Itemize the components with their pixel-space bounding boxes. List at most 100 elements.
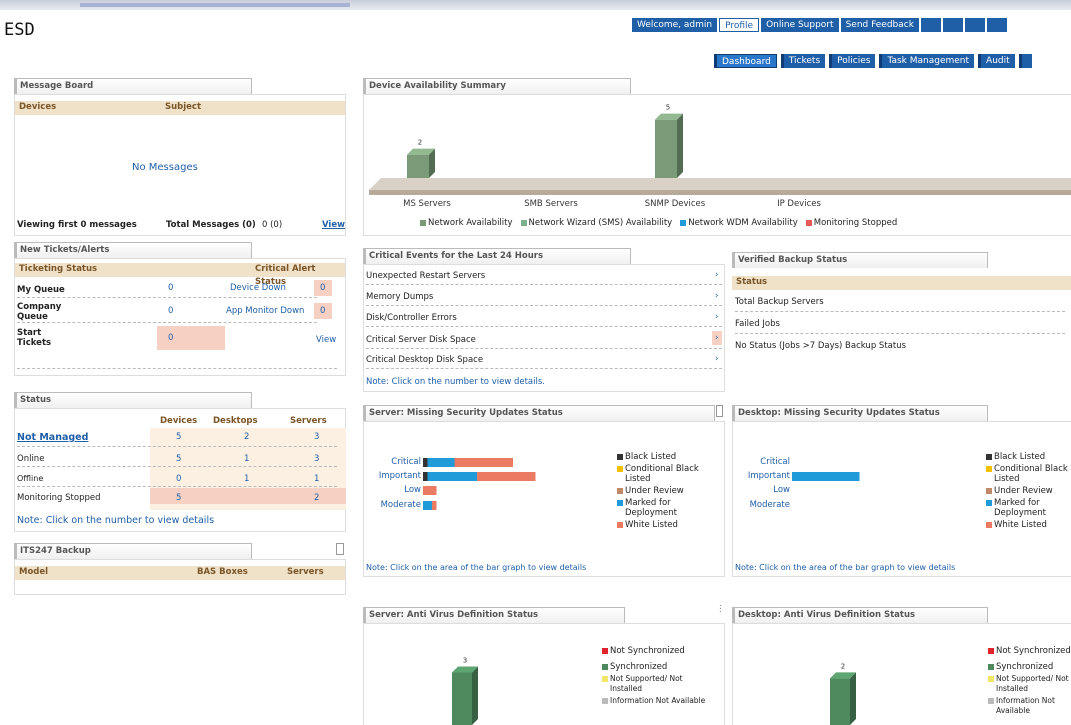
status-devices[interactable]: 5 — [176, 493, 181, 503]
tab-more[interactable] — [1018, 54, 1032, 68]
legend-item: Synchronized — [988, 662, 1071, 672]
event-arrow-icon[interactable]: › — [715, 291, 718, 301]
bar-value-label: 2 — [841, 662, 845, 670]
nav-button-7[interactable] — [964, 18, 985, 32]
y-tick-label: Critical — [760, 457, 790, 467]
nav-button-6[interactable] — [942, 18, 963, 32]
ticket-value[interactable]: 0 — [168, 283, 173, 293]
legend-item: Under Review — [617, 486, 717, 496]
legend-swatch — [680, 220, 687, 226]
tab-policies[interactable]: Policies — [829, 54, 876, 68]
desktop-security-title: Desktop: Missing Security Updates Status — [732, 405, 988, 421]
status-title: Status — [14, 392, 252, 408]
desktop-av-bars[interactable]: 2 — [830, 662, 856, 725]
legend-label: Conditional Black Listed — [994, 464, 1068, 484]
availability-bar — [407, 154, 429, 178]
av-bar — [452, 672, 472, 725]
event-arrow-icon[interactable]: › — [715, 312, 718, 322]
status-devices[interactable]: 0 — [176, 474, 181, 484]
row-divider — [17, 368, 337, 369]
availability-x-labels: MS Servers SMB Servers SNMP Devices IP Devi… — [403, 199, 821, 209]
legend-label: Monitoring Stopped — [813, 218, 898, 228]
nav-button-5[interactable] — [920, 18, 941, 32]
legend-swatch — [602, 698, 608, 704]
legend-label: Network Availability — [428, 218, 513, 228]
availability-bar-side — [677, 113, 683, 178]
status-desktops[interactable]: 2 — [244, 432, 249, 442]
col-ticket-status: Ticketing Status — [19, 264, 98, 274]
main-tabs: Dashboard Tickets Policies Task Manageme… — [714, 54, 1032, 68]
legend-item: Marked for Deployment — [986, 498, 1071, 518]
row-divider — [735, 333, 1065, 334]
tab-task-management[interactable]: Task Management — [879, 54, 975, 68]
security-bar-segment — [423, 458, 428, 467]
col-servers: Servers — [290, 416, 327, 426]
row-divider — [366, 348, 722, 349]
message-count: 0 (0) — [262, 220, 283, 230]
server-security-chart: Critical Important Low Moderate — [379, 457, 536, 510]
message-board-header: Devices Subject — [15, 101, 345, 115]
status-servers[interactable]: 2 — [314, 493, 319, 503]
legend-item: Under Review — [986, 486, 1071, 496]
event-arrow-icon[interactable]: › — [715, 333, 718, 343]
server-av-collapse-icon[interactable]: ⋮ — [716, 604, 725, 614]
legend-item: Network Availability — [420, 218, 513, 228]
row-divider — [735, 311, 1065, 312]
ticket-value[interactable]: 0 — [168, 306, 173, 316]
alert-label[interactable]: Device Down — [230, 283, 286, 293]
col-desktops: Desktops — [213, 416, 258, 426]
availability-chart: 25 MS Servers SMB Servers SNMP Devices IP D… — [369, 104, 1071, 209]
feedback-link[interactable]: Send Feedback — [840, 18, 919, 32]
status-label[interactable]: Not Managed — [17, 432, 88, 443]
tab-dashboard[interactable]: Dashboard — [714, 54, 777, 68]
ticket-label: My Queue — [17, 285, 65, 295]
security-bar-segment — [454, 458, 513, 467]
legend-swatch — [602, 664, 608, 670]
event-arrow-icon[interactable]: › — [715, 354, 718, 364]
ticket-value[interactable]: 0 — [168, 333, 173, 343]
desktop-security-note: Note: Click on the area of the bar graph… — [735, 563, 956, 572]
tab-tickets[interactable]: Tickets — [780, 54, 826, 68]
backup-toggle-icon[interactable] — [336, 543, 344, 555]
server-security-bars[interactable]: Critical Important Low Moderate — [379, 457, 536, 510]
status-servers[interactable]: 1 — [314, 474, 319, 484]
legend-label: Network WDM Availability — [688, 218, 798, 228]
legend-label: Marked for Deployment — [994, 498, 1046, 518]
alert-value[interactable]: 0 — [320, 306, 325, 316]
alert-value[interactable]: 0 — [320, 283, 325, 293]
floor-front — [369, 190, 1071, 195]
desktop-security-chart: Critical Important Low Moderate — [748, 457, 860, 510]
ticket-label: Company Queue — [17, 302, 62, 322]
profile-link[interactable]: Profile — [719, 18, 760, 32]
status-desktops[interactable]: 1 — [244, 454, 249, 464]
legend-swatch — [617, 522, 623, 528]
y-tick-label: Low — [404, 485, 421, 495]
desktop-security-bars[interactable]: Critical Important Low Moderate — [748, 457, 860, 510]
status-devices[interactable]: 5 — [176, 432, 181, 442]
server-av-bars[interactable]: 3 — [452, 657, 478, 725]
status-devices[interactable]: 5 — [176, 454, 181, 464]
welcome-link[interactable]: Welcome, admin — [632, 18, 718, 32]
availability-bars[interactable]: 25 — [407, 104, 683, 178]
legend-label: Network Wizard (SMS) Availability — [528, 218, 673, 228]
alert-label[interactable]: App Monitor Down — [226, 306, 304, 316]
nav-button-8[interactable] — [986, 18, 1007, 32]
server-security-toggle-icon[interactable] — [716, 405, 723, 417]
legend-label: Marked for Deployment — [625, 498, 677, 518]
verified-backup-header: Status — [732, 276, 1071, 290]
backup-row: Failed Jobs — [735, 319, 780, 329]
new-tickets-title: New Tickets/Alerts — [14, 242, 252, 258]
view-messages-link[interactable]: View — [322, 220, 345, 230]
x-tick-label: IP Devices — [777, 199, 821, 209]
status-servers[interactable]: 3 — [314, 432, 319, 442]
tab-audit[interactable]: Audit — [978, 54, 1015, 68]
support-link[interactable]: Online Support — [761, 18, 839, 32]
legend-swatch — [986, 466, 992, 472]
critical-events-note: Note: Click on the number to view detail… — [366, 377, 545, 387]
legend-label: Information Not Available — [996, 696, 1055, 715]
status-servers[interactable]: 3 — [314, 454, 319, 464]
event-arrow-icon[interactable]: › — [715, 270, 718, 280]
view-tickets-link[interactable]: View — [316, 335, 336, 345]
status-desktops[interactable]: 1 — [244, 474, 249, 484]
legend-label: Information Not Available — [610, 696, 706, 705]
